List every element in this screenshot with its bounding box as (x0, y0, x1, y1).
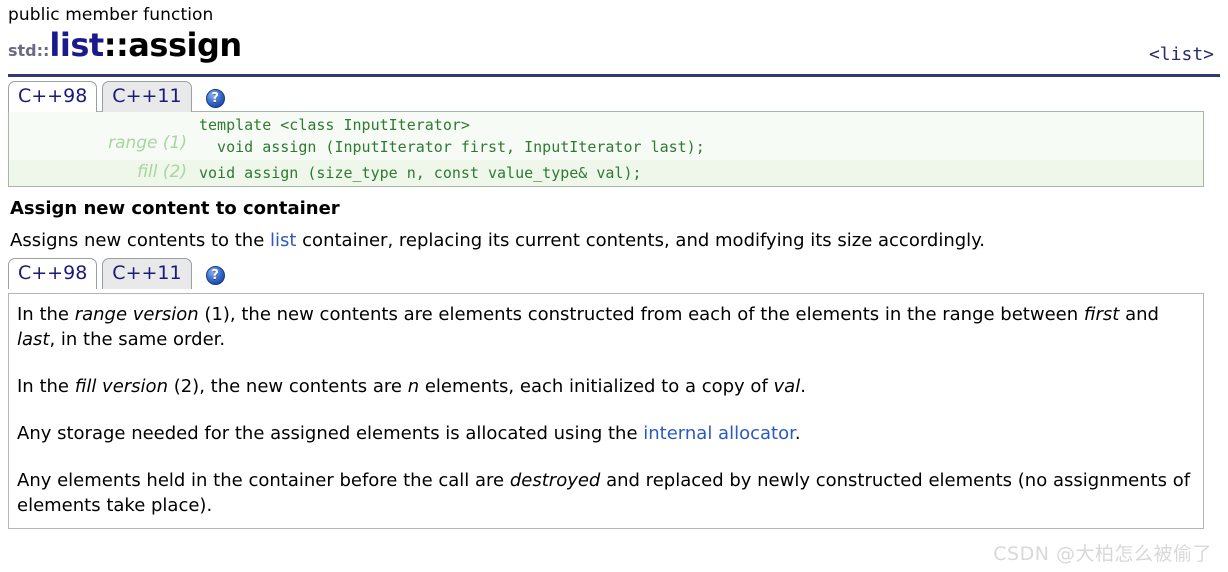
signature-block: range (1) template <class InputIterator>… (8, 111, 1204, 187)
signature-code-fill: void assign (size_type n, const value_ty… (199, 160, 642, 186)
p3-text-2: . (795, 423, 801, 444)
p2-em-fill-version: fill version (75, 376, 168, 397)
title-class: list (49, 26, 103, 64)
header-divider (8, 74, 1220, 77)
csdn-watermark: CSDN @大柏怎么被偷了 (993, 539, 1212, 566)
tab-cpp11-bottom[interactable]: C++11 (102, 258, 191, 289)
help-icon-bottom[interactable]: ? (206, 266, 225, 285)
intro-text-before: Assigns new contents to the (10, 230, 270, 251)
p2-text-2: (2), the new contents are (168, 376, 408, 397)
signature-label-fill: fill (2) (9, 160, 199, 184)
p1-em-range-version: range version (75, 304, 199, 325)
reference-page: public member function std::list::assign… (0, 0, 1228, 529)
p2-em-n: n (408, 376, 419, 397)
tab-cpp98-bottom[interactable]: C++98 (8, 258, 97, 289)
page-title: std::list::assign (8, 26, 242, 70)
p4-text-1: Any elements held in the container befor… (17, 470, 510, 491)
signature-code-range: template <class InputIterator> void assi… (199, 112, 705, 160)
list-link[interactable]: list (270, 230, 296, 251)
intro-text-after: container, replacing its current content… (296, 230, 985, 251)
standard-tabs-bottom: C++98 C++11 ? (8, 254, 1220, 288)
tab-cpp11-top[interactable]: C++11 (102, 81, 191, 112)
title-row: std::list::assign <list> (8, 26, 1220, 70)
section-heading: Assign new content to container (10, 197, 1220, 221)
title-separator: :: (104, 26, 129, 64)
p1-text-2: (1), the new contents are elements const… (199, 304, 1084, 325)
description-panel: In the range version (1), the new conten… (8, 293, 1204, 529)
page-header: public member function std::list::assign… (8, 0, 1220, 77)
p1-text-4: , in the same order. (49, 329, 225, 350)
section-intro: Assigns new contents to the list contain… (10, 228, 1220, 254)
p2-text-1: In the (17, 376, 75, 397)
p2-text-4: . (800, 376, 806, 397)
internal-allocator-link[interactable]: internal allocator (643, 423, 795, 444)
signature-row-range: range (1) template <class InputIterator>… (9, 112, 1203, 160)
description-paragraph-1: In the range version (1), the new conten… (17, 302, 1193, 352)
header-include-link[interactable]: <list> (1149, 44, 1220, 70)
page-eyebrow: public member function (8, 4, 1220, 26)
p1-text-1: In the (17, 304, 75, 325)
help-icon-top[interactable]: ? (206, 89, 225, 108)
p2-em-val: val (774, 376, 801, 397)
p1-em-first: first (1084, 304, 1119, 325)
title-function: assign (128, 26, 241, 64)
p3-text-1: Any storage needed for the assigned elem… (17, 423, 643, 444)
tab-cpp98-top[interactable]: C++98 (8, 81, 97, 112)
p1-text-3: and (1119, 304, 1159, 325)
description-paragraph-3: Any storage needed for the assigned elem… (17, 421, 1193, 446)
description-paragraph-2: In the fill version (2), the new content… (17, 374, 1193, 399)
title-namespace: std:: (8, 41, 49, 60)
standard-tabs-top: C++98 C++11 ? (8, 77, 1220, 111)
p1-em-last: last (17, 329, 49, 350)
signature-label-range: range (1) (9, 112, 199, 155)
signature-row-fill: fill (2) void assign (size_type n, const… (9, 160, 1203, 186)
p4-em-destroyed: destroyed (510, 470, 601, 491)
p2-text-3: elements, each initialized to a copy of (419, 376, 773, 397)
description-paragraph-4: Any elements held in the container befor… (17, 468, 1193, 518)
